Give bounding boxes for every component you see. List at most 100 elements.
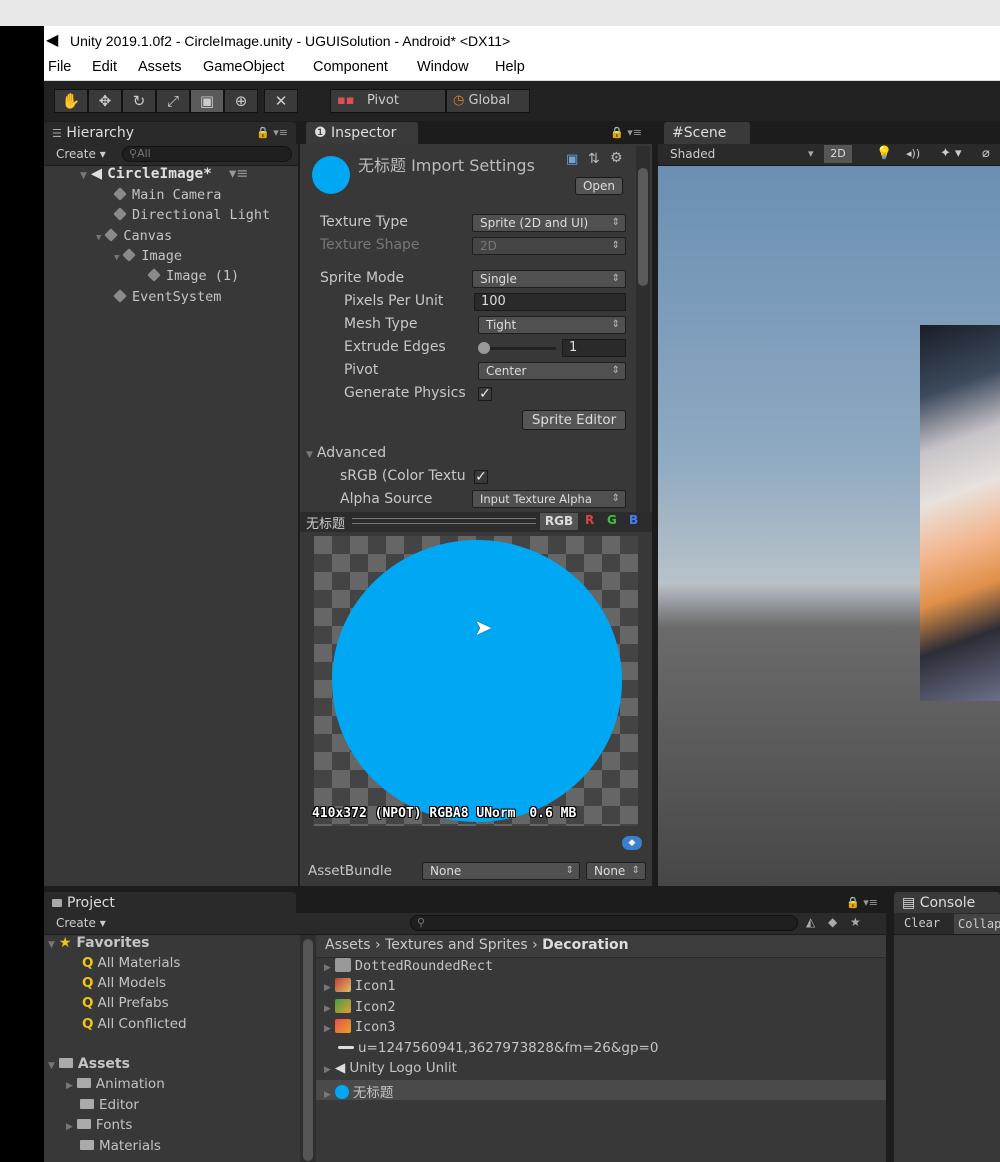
folder-fonts[interactable]: ▶ Fonts [66, 1117, 132, 1133]
rotate-tool-icon[interactable]: ↻ [122, 89, 156, 113]
inspector-scrollbar[interactable] [636, 146, 650, 512]
tab-hierarchy[interactable]: ☰ Hierarchy 🔒 ▾≡ [44, 122, 296, 144]
hidden-objects-icon[interactable]: ⌀ [982, 146, 990, 161]
menu-file[interactable]: File [48, 56, 71, 78]
scene-image-object[interactable] [920, 325, 1000, 701]
extrude-edges-field[interactable]: 1 [562, 339, 626, 357]
help-icon[interactable]: ▣ [566, 152, 578, 167]
custom-tool-icon[interactable]: ✕ [264, 89, 298, 113]
project-create-button[interactable]: Create ▾ [56, 916, 106, 930]
pivot-label: Pivot [344, 362, 379, 378]
favorite-star-icon[interactable]: ★ [850, 915, 861, 929]
sprite-mode-dropdown[interactable]: Single ⇕ [472, 270, 626, 288]
extrude-slider-track[interactable] [480, 347, 556, 350]
console-collapse-button[interactable]: Collap [954, 914, 1000, 934]
gear-icon[interactable]: ⚙ [610, 150, 623, 166]
hierarchy-search-input[interactable]: ⚲All [122, 146, 292, 162]
texture-type-dropdown[interactable]: Sprite (2D and UI) ⇕ [472, 214, 626, 232]
transform-tool-icon[interactable]: ⊕ [224, 89, 258, 113]
file-unity-logo-unlit[interactable]: ▶ ◀ Unity Logo Unlit [324, 1060, 457, 1076]
project-search-input[interactable]: ⚲ [410, 915, 798, 931]
label-tag-icon[interactable]: ◆ [622, 836, 642, 850]
alpha-source-dropdown[interactable]: Input Texture Alpha ⇕ [472, 490, 626, 508]
scene-root-row[interactable]: ▼ ◀ CircleImage* ▾≡ [80, 166, 248, 182]
rect-tool-icon[interactable]: ▣ [190, 89, 224, 113]
menu-assets[interactable]: Assets [138, 56, 182, 78]
tab-project[interactable]: Project [44, 892, 296, 914]
favorite-all-conflicted[interactable]: Q All Conflicted [82, 1016, 187, 1032]
lighting-icon[interactable]: 💡 [876, 146, 892, 161]
hierarchy-item-eventsystem[interactable]: EventSystem [113, 289, 221, 305]
breadcrumb-path[interactable]: Assets › Textures and Sprites › Decorati… [325, 937, 629, 953]
tab-scene[interactable]: #Scene [664, 122, 750, 144]
console-clear-button[interactable]: Clear [904, 916, 940, 930]
move-tool-icon[interactable]: ✥ [88, 89, 122, 113]
hierarchy-item-canvas[interactable]: ▼ Canvas [96, 228, 172, 244]
folder-tree-scrollbar-thumb[interactable] [303, 939, 313, 1161]
asset-thumbnail-circle [312, 156, 350, 194]
inspector-scrollbar-thumb[interactable] [638, 168, 648, 286]
r-channel-button[interactable]: R [585, 513, 594, 527]
inspector-lock-menu-icon[interactable]: 🔒 ▾≡ [610, 126, 642, 139]
effects-icon[interactable]: ✦ ▾ [940, 146, 962, 161]
menu-edit[interactable]: Edit [92, 56, 117, 78]
audio-icon[interactable]: ◂)) [906, 147, 920, 160]
scene-menu-icon[interactable]: ▾≡ [229, 166, 248, 182]
lock-menu-icon[interactable]: 🔒 ▾≡ [256, 122, 288, 144]
sprite-editor-button[interactable]: Sprite Editor [522, 410, 626, 430]
mesh-type-dropdown[interactable]: Tight ⇕ [478, 316, 626, 334]
favorite-all-materials[interactable]: Q All Materials [82, 955, 180, 971]
extrude-slider-handle[interactable] [478, 342, 490, 354]
rgb-channel-button[interactable]: RGB [540, 513, 578, 530]
shading-mode-dropdown[interactable]: Shaded [670, 147, 715, 161]
file-dotted-rounded-rect[interactable]: ▶ DottedRoundedRect [324, 958, 493, 974]
advanced-foldout[interactable]: ▼ Advanced [306, 445, 386, 461]
favorite-all-models[interactable]: Q All Models [82, 975, 166, 991]
assets-folder[interactable]: ▼ Assets [48, 1056, 130, 1072]
folder-animation[interactable]: ▶ Animation [66, 1076, 165, 1092]
2d-mode-toggle[interactable]: 2D [824, 145, 852, 163]
global-label: Global [468, 93, 510, 108]
favorite-all-prefabs[interactable]: Q All Prefabs [82, 995, 169, 1011]
file-icon3[interactable]: ▶ Icon3 [324, 1019, 396, 1035]
hierarchy-create-button[interactable]: Create ▾ [56, 147, 106, 161]
pixels-per-unit-field[interactable]: 100 [474, 293, 626, 311]
menu-component[interactable]: Component [313, 56, 388, 78]
menu-gameobject[interactable]: GameObject [203, 56, 284, 78]
global-toggle[interactable]: ◷ Global [446, 89, 530, 113]
filter-type-icon[interactable]: ◭ [806, 915, 815, 929]
pivot-toggle[interactable]: ▪▪ Pivot [330, 89, 446, 113]
hierarchy-item-image[interactable]: ▼ Image [114, 248, 182, 264]
file-icon1[interactable]: ▶ Icon1 [324, 978, 396, 994]
mouse-cursor-icon: ➤ [474, 616, 493, 641]
folder-editor[interactable]: Editor [80, 1097, 139, 1113]
preset-icon[interactable]: ⇅ [588, 151, 600, 167]
menu-help[interactable]: Help [495, 56, 525, 78]
file-untitled-circle[interactable]: ▶ 无标题 [324, 1081, 393, 1101]
hierarchy-item-main-camera[interactable]: Main Camera [113, 187, 221, 203]
tab-console[interactable]: ▤ Console [894, 892, 1000, 914]
b-channel-button[interactable]: B [629, 513, 638, 527]
sprite-mode-label: Sprite Mode [320, 270, 405, 286]
hierarchy-item-image-1[interactable]: Image (1) [147, 268, 239, 284]
folder-materials[interactable]: Materials [80, 1138, 161, 1154]
favorites-header[interactable]: ▼ ★ Favorites [48, 935, 150, 951]
filter-label-icon[interactable]: ◆ [828, 915, 837, 929]
folder-tree-scrollbar[interactable] [300, 935, 316, 1162]
hierarchy-item-directional-light[interactable]: Directional Light [113, 207, 270, 223]
project-lock-menu-icon[interactable]: 🔒 ▾≡ [846, 896, 878, 909]
scale-tool-icon[interactable]: ⤢ [156, 89, 190, 113]
menu-window[interactable]: Window [417, 56, 469, 78]
file-icon2[interactable]: ▶ Icon2 [324, 999, 396, 1015]
file-downloaded-image[interactable]: u=1247560941,3627973828&fm=26&gp=0 [338, 1040, 658, 1056]
assetbundle-dropdown[interactable]: None ⇕ [422, 862, 580, 880]
g-channel-button[interactable]: G [607, 513, 617, 527]
hand-tool-icon[interactable]: ✋ [54, 89, 88, 113]
assetbundle-variant-dropdown[interactable]: None ⇕ [586, 862, 646, 880]
srgb-checkbox[interactable]: ✓ [474, 470, 488, 484]
tab-inspector[interactable]: ❶ Inspector [306, 122, 418, 144]
open-button[interactable]: Open [575, 177, 623, 195]
generate-physics-checkbox[interactable]: ✓ [478, 387, 492, 401]
search-icon: Q [82, 955, 94, 971]
pivot-dropdown[interactable]: Center ⇕ [478, 362, 626, 380]
